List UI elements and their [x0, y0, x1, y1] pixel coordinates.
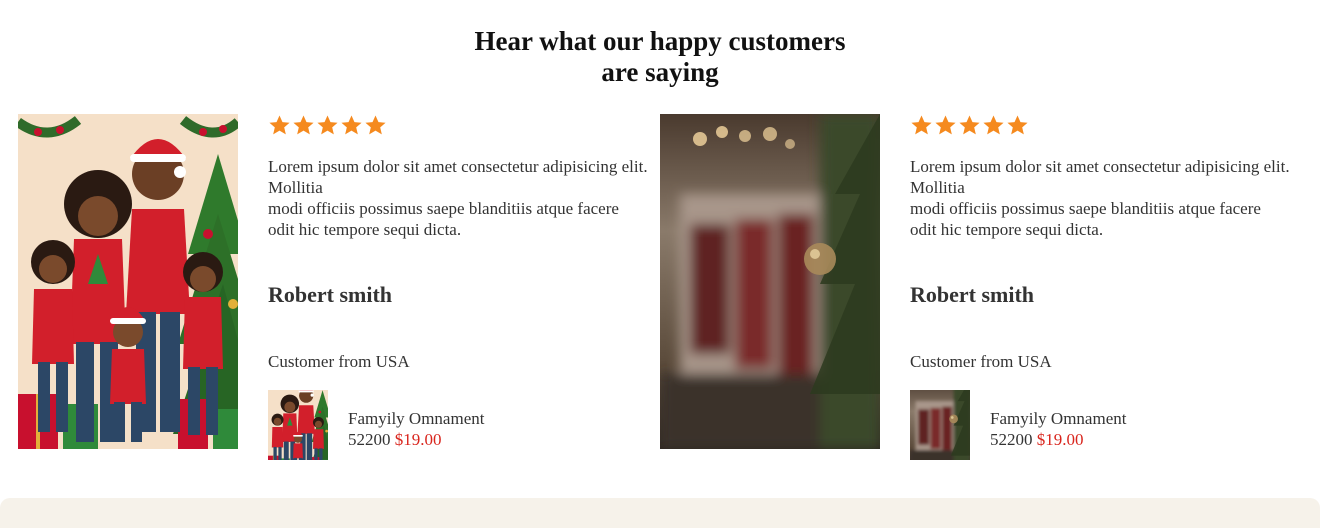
testimonial-photo[interactable] [660, 114, 880, 449]
section-title-line-1: Hear what our happy customers [474, 26, 846, 56]
product-thumbnail[interactable] [268, 390, 328, 460]
next-section-band [0, 498, 1320, 528]
star-icon [268, 114, 291, 137]
review-line: modi officiis possimus saepe blanditiis … [910, 199, 1261, 239]
section-title-line-2: are saying [601, 57, 719, 87]
product-thumbnail[interactable] [910, 390, 970, 460]
star-rating [268, 114, 387, 138]
testimonial-card: Lorem ipsum dolor sit amet consectetur a… [660, 114, 1300, 464]
testimonial-photo[interactable] [18, 114, 238, 449]
old-price: 52200 [990, 430, 1033, 449]
star-icon [292, 114, 315, 137]
star-rating [910, 114, 1029, 138]
star-icon [340, 114, 363, 137]
customer-name: Robert smith [268, 282, 393, 307]
review-line: Lorem ipsum dolor sit amet consectetur a… [910, 157, 1290, 197]
review-line: modi officiis possimus saepe blanditiis … [268, 199, 619, 239]
old-price: 52200 [348, 430, 391, 449]
product-info: Famyily Omnament 52200 $19.00 [910, 390, 1290, 460]
review-line: Lorem ipsum dolor sit amet consectetur a… [268, 157, 648, 197]
testimonial-card: Lorem ipsum dolor sit amet consectetur a… [18, 114, 658, 464]
sale-price: $19.00 [1036, 430, 1084, 449]
star-icon [364, 114, 387, 137]
star-icon [316, 114, 339, 137]
sale-price: $19.00 [394, 430, 442, 449]
product-prices: 52200 $19.00 [990, 429, 1084, 450]
review-text: Lorem ipsum dolor sit amet consectetur a… [268, 156, 648, 240]
star-icon [982, 114, 1005, 137]
star-icon [934, 114, 957, 137]
star-icon [1006, 114, 1029, 137]
product-prices: 52200 $19.00 [348, 429, 442, 450]
star-icon [958, 114, 981, 137]
customer-name: Robert smith [910, 282, 1035, 307]
review-text: Lorem ipsum dolor sit amet consectetur a… [910, 156, 1290, 240]
section-heading: Hear what our happy customers are saying [0, 26, 1320, 88]
customer-location: Customer from USA [910, 352, 1052, 371]
product-name[interactable]: Famyily Omnament [348, 408, 484, 429]
star-icon [910, 114, 933, 137]
customer-location: Customer from USA [268, 352, 410, 371]
product-name[interactable]: Famyily Omnament [990, 408, 1126, 429]
product-info: Famyily Omnament 52200 $19.00 [268, 390, 648, 460]
